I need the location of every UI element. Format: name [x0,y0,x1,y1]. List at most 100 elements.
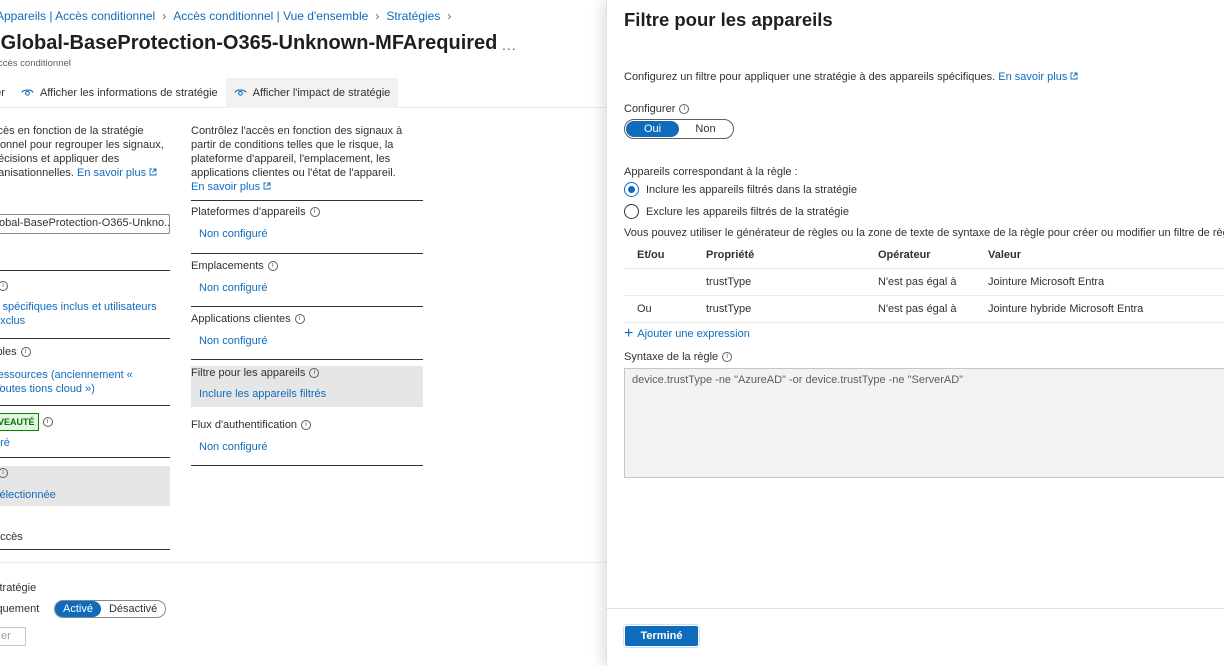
divider [191,465,423,466]
learn-more-link[interactable]: En savoir plus [998,71,1078,83]
divider [191,359,423,360]
radio-unchecked-icon[interactable] [624,204,639,219]
learn-more-link[interactable]: En savoir plus [191,181,271,193]
toggle-off-option[interactable]: Désactivé [101,601,165,617]
condition-value-link[interactable]: Non configuré [191,218,423,240]
view-policy-impact-button[interactable]: Afficher l'impact de stratégie [225,77,399,108]
label-text: Applications clientes [191,313,291,325]
breadcrumb-item[interactable]: Stratégies [386,9,440,23]
link-text: En savoir plus [998,71,1068,83]
table-row[interactable]: Ou trustType N'est pas égal à Jointure h… [624,295,1224,323]
learn-more-link[interactable]: En savoir plus [77,167,157,179]
selected-row-info: i [0,466,8,480]
configure-no-option[interactable]: Non [679,121,732,137]
selected-row-value-link[interactable]: sélectionnée [0,488,56,502]
new-badge: VEAUTÉ [0,413,39,431]
view-policy-info-button[interactable]: Afficher les informations de stratégie [13,78,226,108]
conditions-description: Contrôlez l'accès en fonction des signau… [191,124,423,194]
value-cell[interactable]: Jointure hybride Microsoft Entra [988,295,1224,323]
column-header-andor: Et/ou [624,242,706,269]
link-text: En savoir plus [191,181,261,193]
breadcrumb: Appareils | Accès conditionnel › Accès c… [0,9,451,23]
save-button[interactable]: er [0,627,26,646]
configure-label: Configurer i [624,103,690,115]
condition-value-link[interactable]: Non configuré [191,272,423,294]
command-label: mer [0,86,5,99]
link-text: En savoir plus [77,167,147,179]
info-icon: i [679,104,690,115]
resources-label: iblesi [0,345,31,359]
value-cell[interactable]: Jointure Microsoft Entra [988,268,1224,296]
done-button[interactable]: Terminé [625,626,698,646]
more-options-button[interactable]: ... [502,37,517,53]
radio-label: Exclure les appareils filtrés de la stra… [646,205,849,218]
page-subtitle: ccès conditionnel [0,58,71,69]
chevron-right-icon: › [447,9,452,23]
chevron-right-icon: › [375,9,380,23]
label-text: Plateformes d'appareils [191,206,306,218]
operator-cell[interactable]: N'est pas égal à [878,268,988,296]
footer-divider [607,608,1224,609]
rule-syntax-label: Syntaxe de la règle i [624,351,733,363]
resources-value-link[interactable]: ressources (anciennement « Toutes tions … [0,368,164,396]
info-icon: i [267,261,278,272]
table-header-row: Et/ou Propriété Opérateur Valeur [624,242,1224,269]
button-label: Ajouter une expression [637,328,750,340]
chevron-right-icon: › [162,9,167,23]
match-rule-label: Appareils correspondant à la règle : [624,166,798,178]
enable-policy-toggle[interactable]: Activé Désactivé [54,600,167,618]
property-cell[interactable]: trustType [706,268,878,296]
info-icon: i [722,352,733,363]
radio-checked-icon[interactable] [624,182,639,197]
footer-divider [0,562,606,563]
info-icon: i [294,314,305,325]
info-icon: i [301,420,312,431]
condition-device-filter[interactable]: Filtre pour les appareils i Inclure les a… [191,366,423,407]
policy-page: Appareils | Accès conditionnel › Accès c… [0,0,606,666]
page-title: -Global-BaseProtection-O365-Unknown-MFAr… [0,32,498,54]
condition-value-link[interactable]: Non configuré [191,325,423,347]
external-link-icon [149,168,157,176]
info-icon: i [42,417,53,428]
info-icon: i [309,207,320,218]
new-feature-value-link[interactable]: uré [0,436,10,450]
include-radio-option[interactable]: Inclure les appareils filtrés dans la st… [624,182,857,197]
command-label: Afficher les informations de stratégie [39,86,218,99]
delete-command[interactable]: mer [0,78,13,108]
operator-cell[interactable]: N'est pas égal à [878,295,988,323]
column-header-operator: Opérateur [878,242,988,269]
table-row[interactable]: trustType N'est pas égal à Jointure Micr… [624,268,1224,296]
breadcrumb-item[interactable]: Appareils | Accès conditionnel [0,9,155,23]
panel-title: Filtre pour les appareils [624,9,833,30]
enable-policy-label: stratégie [0,582,37,594]
add-expression-button[interactable]: + Ajouter une expression [624,326,750,342]
assignments-description: ccès en fonction de la stratégie itionne… [0,124,170,180]
andor-cell[interactable] [624,268,706,296]
eye-icon [234,89,247,96]
users-value-link[interactable]: s spécifiques inclus et utilisateurs exc… [0,300,164,328]
info-icon: i [309,368,320,379]
breadcrumb-item[interactable]: Accès conditionnel | Vue d'ensemble [173,9,368,23]
info-icon: i [0,281,8,292]
column-header-property: Propriété [706,242,878,269]
label-text: Flux d'authentification [191,419,298,431]
configure-yes-option[interactable]: Oui [626,121,679,137]
condition-value-link[interactable]: Inclure les appareils filtrés [191,379,423,400]
panel-description: Configurez un filtre pour appliquer une … [624,71,1078,83]
divider [0,549,170,550]
report-only-option[interactable]: iquement [0,602,39,616]
policy-name-input[interactable]: obal-BaseProtection-O365-Unkno... [0,214,170,234]
column-header-value: Valeur [988,242,1224,269]
andor-cell[interactable]: Ou [624,295,706,323]
condition-label: Flux d'authentification i [191,413,423,431]
condition-client-apps: Applications clientes i Non configuré [191,307,423,359]
property-cell[interactable]: trustType [706,295,878,323]
condition-value-link[interactable]: Non configuré [191,431,423,453]
configure-toggle[interactable]: Oui Non [624,119,734,139]
users-info: i [0,279,8,293]
exclude-radio-option[interactable]: Exclure les appareils filtrés de la stra… [624,204,849,219]
rule-syntax-textarea[interactable]: device.trustType -ne "AzureAD" -or devic… [624,368,1224,478]
condition-auth-flows: Flux d'authentification i Non configuré [191,413,423,465]
label-text: Emplacements [191,260,264,272]
toggle-on-option[interactable]: Activé [55,601,101,617]
